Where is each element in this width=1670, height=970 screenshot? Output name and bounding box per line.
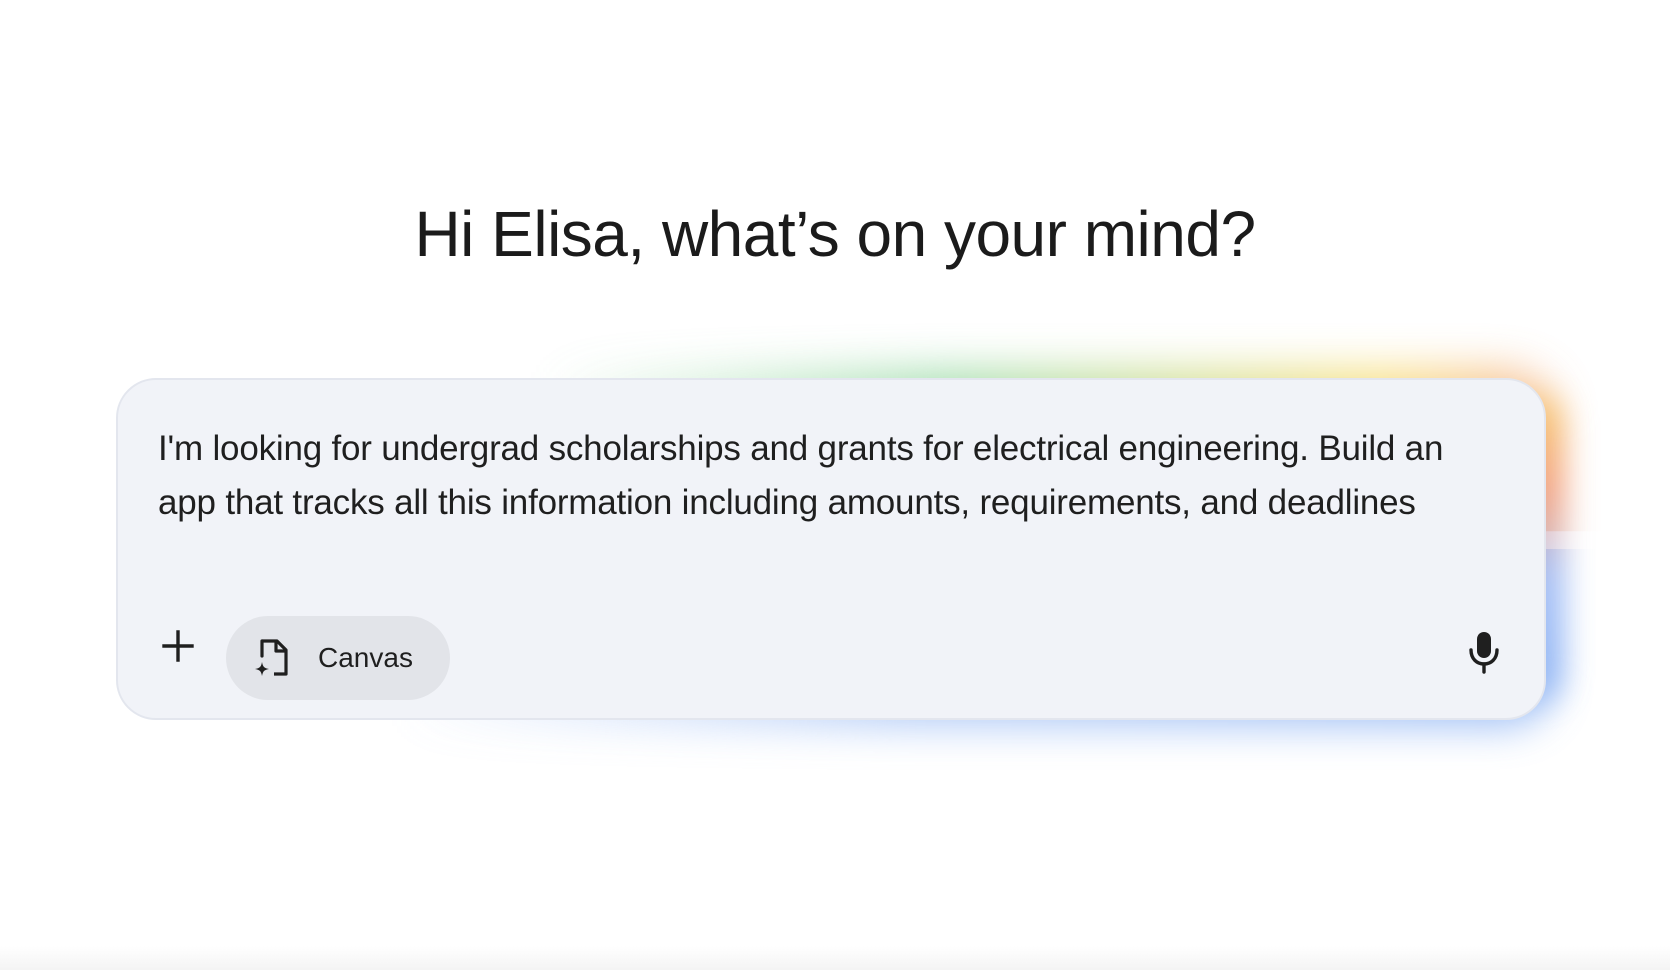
prompt-input-text[interactable]: I'm looking for undergrad scholarships a… — [158, 422, 1488, 530]
canvas-label: Canvas — [318, 642, 413, 673]
greeting-title: Hi Elisa, what’s on your mind? — [414, 198, 1256, 270]
prompt-container: I'm looking for undergrad scholarships a… — [110, 372, 1560, 726]
prompt-input-box[interactable]: I'm looking for undergrad scholarships a… — [116, 378, 1546, 720]
plus-icon — [161, 629, 195, 668]
microphone-icon — [1467, 630, 1501, 679]
canvas-button[interactable]: Canvas — [226, 616, 450, 700]
bottom-band — [0, 946, 1670, 970]
microphone-button[interactable] — [1454, 624, 1514, 684]
canvas-icon — [252, 636, 296, 680]
add-attachment-button[interactable] — [150, 620, 206, 676]
